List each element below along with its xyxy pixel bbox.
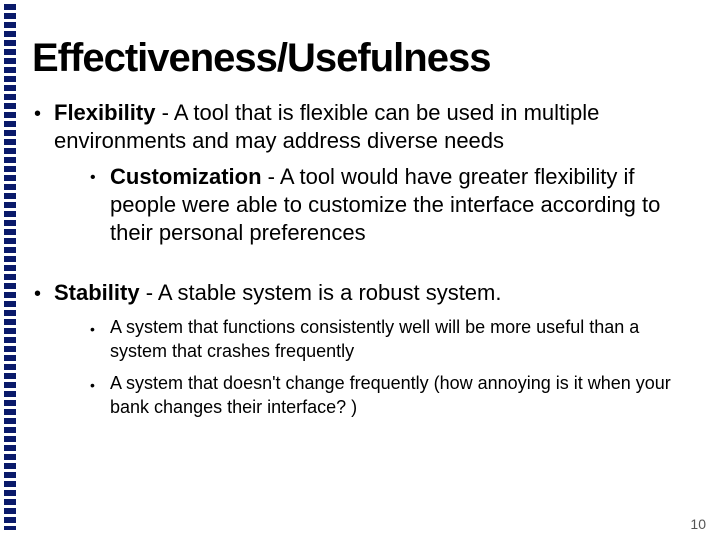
bullet-list: • Flexibility - A tool that is flexible …	[28, 99, 690, 419]
sub-item-text: Customization - A tool would have greate…	[110, 163, 686, 247]
sub-item-text: A system that functions consistently wel…	[110, 315, 686, 363]
bullet-icon: •	[34, 99, 54, 155]
slide-body: Effectiveness/Usefulness • Flexibility -…	[0, 0, 720, 540]
list-item-text: Stability - A stable system is a robust …	[54, 279, 501, 307]
bullet-icon: •	[90, 163, 110, 247]
page-number: 10	[690, 516, 706, 532]
sub-list-item: • Customization - A tool would have grea…	[90, 163, 686, 247]
sub-item-desc: A system that doesn't change frequently …	[110, 373, 671, 417]
bullet-icon: •	[34, 279, 54, 307]
sub-item-label: Customization	[110, 164, 262, 189]
bullet-icon: •	[90, 371, 110, 419]
sub-item-text: A system that doesn't change frequently …	[110, 371, 686, 419]
slide-title: Effectiveness/Usefulness	[28, 36, 690, 81]
list-item: • Stability - A stable system is a robus…	[34, 279, 686, 307]
bullet-icon: •	[90, 315, 110, 363]
sub-list-item: • A system that doesn't change frequentl…	[90, 371, 686, 419]
list-item-text: Flexibility - A tool that is flexible ca…	[54, 99, 686, 155]
item-label: Stability	[54, 280, 140, 305]
item-label: Flexibility	[54, 100, 155, 125]
sub-list-item: • A system that functions consistently w…	[90, 315, 686, 363]
list-item: • Flexibility - A tool that is flexible …	[34, 99, 686, 155]
spacer	[34, 255, 686, 279]
sub-item-desc: A system that functions consistently wel…	[110, 317, 639, 361]
item-desc: - A stable system is a robust system.	[140, 280, 502, 305]
